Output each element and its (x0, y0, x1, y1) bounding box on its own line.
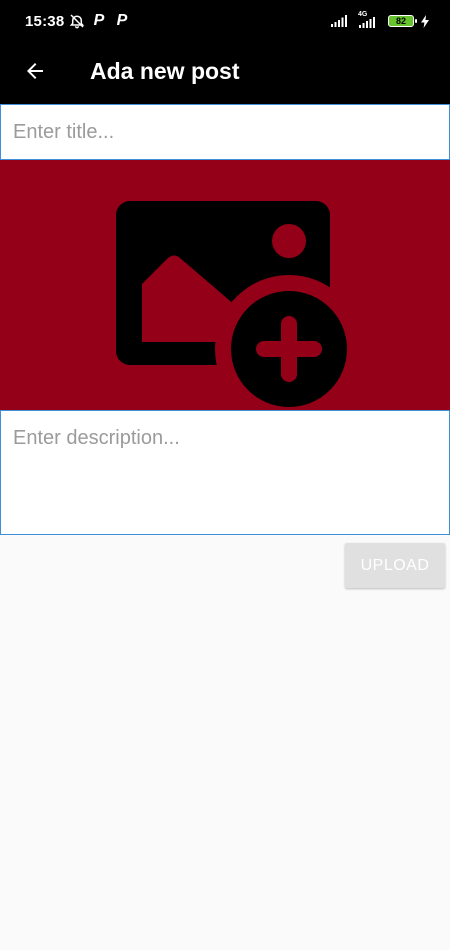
signal-4g-icon: 4G (356, 11, 380, 30)
add-photo-icon (116, 201, 363, 410)
page-title: Ada new post (90, 58, 240, 84)
title-input[interactable] (0, 104, 450, 160)
charging-icon (420, 12, 430, 30)
description-input[interactable] (0, 410, 450, 535)
pay-icon: P (93, 12, 105, 29)
pay-icon: P (116, 12, 128, 29)
image-picker[interactable] (0, 160, 450, 410)
alarm-off-icon (68, 12, 86, 30)
arrow-back-icon (23, 59, 47, 83)
battery-level: 82 (395, 16, 406, 26)
app-bar: Ada new post (0, 42, 450, 104)
status-time: 15:38 (25, 13, 65, 30)
upload-button[interactable]: UPLOAD (345, 543, 445, 588)
signal-icon (330, 12, 348, 30)
status-bar: 15:38 P P 4G 82 (0, 0, 450, 42)
back-button[interactable] (14, 50, 56, 92)
battery-icon: 82 (388, 15, 417, 27)
